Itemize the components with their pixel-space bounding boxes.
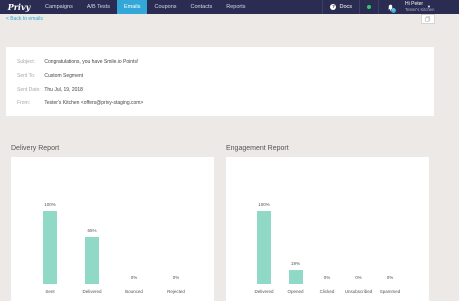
- sent-to-value: Custom Segment: [44, 73, 84, 79]
- delivery-bar-delivered: [85, 236, 99, 284]
- sent-date-label: Sent Date:: [17, 87, 41, 93]
- engagement-report-title: Engagement Report: [226, 145, 289, 152]
- delivery-bar-sent: [43, 211, 57, 284]
- engagement-value-label: 0%: [355, 275, 362, 280]
- delivery-category-label: Rejected: [167, 289, 185, 294]
- from-value: Tester's Kitchen <offers@privy-staging.c…: [44, 100, 144, 106]
- subject-value: Congratulations, you have Smile.io Point…: [44, 59, 139, 65]
- help-icon: ?: [330, 4, 337, 10]
- top-nav: Privy Campaigns A/B Tests Emails Coupons Con…: [0, 0, 459, 14]
- subject-label: Subject:: [17, 59, 36, 65]
- delivery-category-label: Sent: [45, 289, 55, 294]
- sent-date-value: Thu Jul, 19, 2018: [44, 87, 83, 93]
- copy-icon: [425, 16, 431, 22]
- delivery-value-label: 100%: [44, 202, 56, 207]
- delivery-report-chart: 100% Sent 65% Delivered 0% Bounced 0% Rejected: [11, 157, 214, 301]
- nav-divider: [378, 0, 379, 14]
- copy-button[interactable]: [421, 14, 435, 24]
- engagement-bar-opened: [288, 270, 303, 284]
- engagement-value-label: 19%: [290, 261, 300, 267]
- from-row: From: Tester's Kitchen <offers@privy-sta…: [17, 100, 143, 106]
- delivery-category-label: Delivered: [82, 289, 102, 294]
- nav-item-reports[interactable]: Reports: [219, 0, 252, 14]
- delivery-value-label: 65%: [87, 227, 97, 233]
- delivery-value-label: 0%: [130, 275, 138, 280]
- engagement-report-chart: 100% Delivered 19% Opened 0% Clicked 0% Unsubsc…: [226, 157, 429, 301]
- nav-item-campaigns[interactable]: Campaigns: [38, 0, 80, 14]
- delivery-value-label: 0%: [172, 275, 180, 280]
- nav-item-emails[interactable]: Emails: [116, 0, 148, 14]
- engagement-bar-delivered: [257, 211, 271, 284]
- nav-item-contacts[interactable]: Contacts: [184, 0, 220, 14]
- delivery-category-label: Bounced: [125, 289, 143, 294]
- subject-row: Subject: Congratulations, you have Smile…: [17, 59, 138, 65]
- nav-right: ? Docs 0 Hi Peter Tester's Kitchen ▼: [322, 0, 459, 14]
- engagement-value-label: 100%: [258, 202, 270, 207]
- docs-label: Docs: [339, 4, 352, 10]
- email-summary-card: Subject: Congratulations, you have Smile…: [6, 47, 434, 116]
- sent-to-row: Sent To: Custom Segment: [17, 73, 83, 79]
- nav-item-coupons[interactable]: Coupons: [147, 0, 183, 14]
- privy-logo[interactable]: Privy: [4, 0, 34, 14]
- back-to-emails-link[interactable]: < Back to emails: [6, 16, 43, 22]
- sent-date-row: Sent Date: Thu Jul, 19, 2018: [17, 87, 83, 93]
- engagement-value-label: 0%: [323, 275, 331, 280]
- nav-menu: Campaigns A/B Tests Emails Coupons Contacts R…: [38, 0, 253, 14]
- nav-item-a-b-tests[interactable]: A/B Tests: [80, 0, 117, 14]
- delivery-report-title: Delivery Report: [11, 145, 60, 152]
- status-dot-icon: [367, 5, 371, 9]
- sent-to-label: Sent To:: [17, 73, 36, 79]
- from-label: From:: [17, 100, 31, 106]
- engagement-category-label: Spammed: [379, 289, 401, 294]
- docs-link[interactable]: ? Docs: [323, 0, 359, 14]
- notification-badge: 0: [391, 8, 396, 13]
- notifications-button[interactable]: 0: [383, 0, 397, 14]
- caret-down-icon[interactable]: ▼: [427, 4, 431, 9]
- nav-divider: [359, 0, 360, 14]
- user-company: Tester's Kitchen: [405, 7, 435, 12]
- engagement-value-label: 0%: [386, 275, 394, 280]
